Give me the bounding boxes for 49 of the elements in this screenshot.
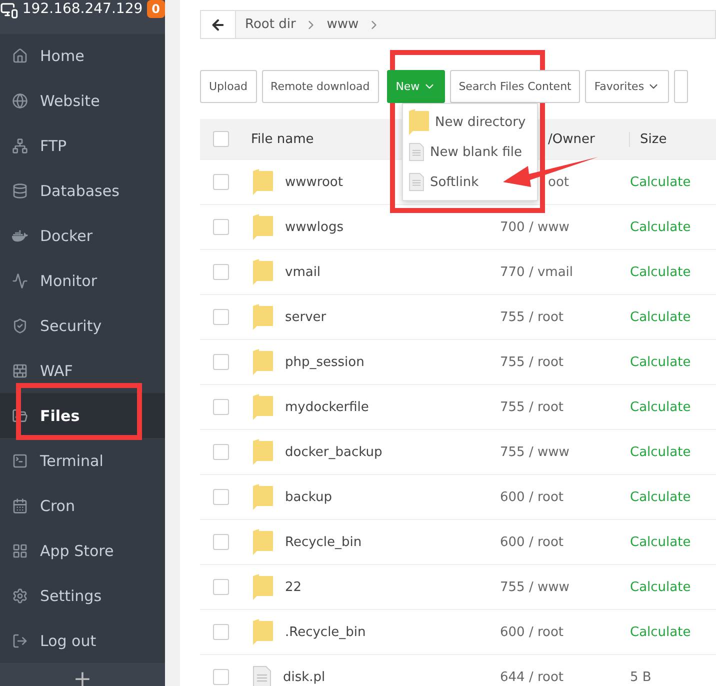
sidebar-item[interactable]: Security <box>0 304 165 349</box>
file-name[interactable]: wwwlogs <box>285 220 344 234</box>
file-name[interactable]: server <box>285 310 326 324</box>
permission-cell-text: 770 / vmail <box>500 264 574 280</box>
toolbar-button[interactable]: Search Files Content <box>450 70 580 103</box>
permission-cell-text: 600 / root <box>500 624 565 640</box>
file-name[interactable]: vmail <box>285 264 321 280</box>
permission-cell-text: oot <box>547 174 570 190</box>
file-name[interactable]: 22 <box>285 580 302 594</box>
permission-cell-text: 755 / root <box>500 354 565 370</box>
menu-item[interactable]: Softlink <box>403 167 537 197</box>
permission-cell-text: 600 / root <box>500 534 565 550</box>
sidebar-item[interactable]: Website <box>0 78 165 124</box>
server-address: 192.168.247.129 <box>22 0 143 18</box>
sidebar-item[interactable]: App Store <box>0 528 165 574</box>
sidebar-item[interactable]: Docker <box>0 214 165 259</box>
file-name[interactable]: wwwroot <box>285 174 343 190</box>
size-cell: 5 B <box>630 670 652 684</box>
file-name[interactable]: docker_backup <box>285 444 382 460</box>
sidebar-item[interactable]: Cron <box>0 483 165 528</box>
permission-cell-text: 600 / root <box>500 490 565 504</box>
permission-cell-text: 755 / www <box>500 444 570 460</box>
sidebar-item[interactable]: FTP <box>0 124 165 169</box>
column-header: Size <box>639 132 667 146</box>
file-name[interactable]: backup <box>285 490 332 504</box>
file-name[interactable]: mydockerfile <box>285 400 369 414</box>
toolbar-button[interactable]: Remote download <box>262 70 379 103</box>
toolbar-button[interactable]: Upload <box>200 70 257 103</box>
permission-cell-text: 644 / root <box>500 670 565 684</box>
sidebar-item[interactable]: Settings <box>0 573 165 618</box>
permission-cell-text: 755 / www <box>500 580 570 594</box>
sidebar-item[interactable]: Log out <box>0 618 165 664</box>
file-name[interactable]: disk.pl <box>283 670 326 684</box>
file-name[interactable]: Recycle_bin <box>285 534 362 550</box>
permission-cell-text: 700 / www <box>500 220 570 234</box>
sidebar-item[interactable]: Monitor <box>0 258 165 304</box>
file-name[interactable]: php_session <box>285 354 364 370</box>
column-header: File name <box>251 132 315 146</box>
file-name[interactable]: .Recycle_bin <box>285 624 366 640</box>
add-button[interactable]: + <box>73 669 92 686</box>
permission-cell-text: 755 / root <box>500 400 565 414</box>
sidebar-item[interactable]: Databases <box>0 168 165 214</box>
permission-cell-text: 755 / root <box>500 310 565 324</box>
sidebar-item[interactable]: Home <box>0 34 165 79</box>
sidebar-item[interactable]: Terminal <box>0 438 165 484</box>
breadcrumb-link[interactable]: Root dir <box>245 17 296 32</box>
breadcrumb-link[interactable]: www <box>326 17 359 32</box>
sidebar-item[interactable]: WAF <box>0 348 165 394</box>
toolbar-button[interactable]: Favorites <box>585 70 670 103</box>
